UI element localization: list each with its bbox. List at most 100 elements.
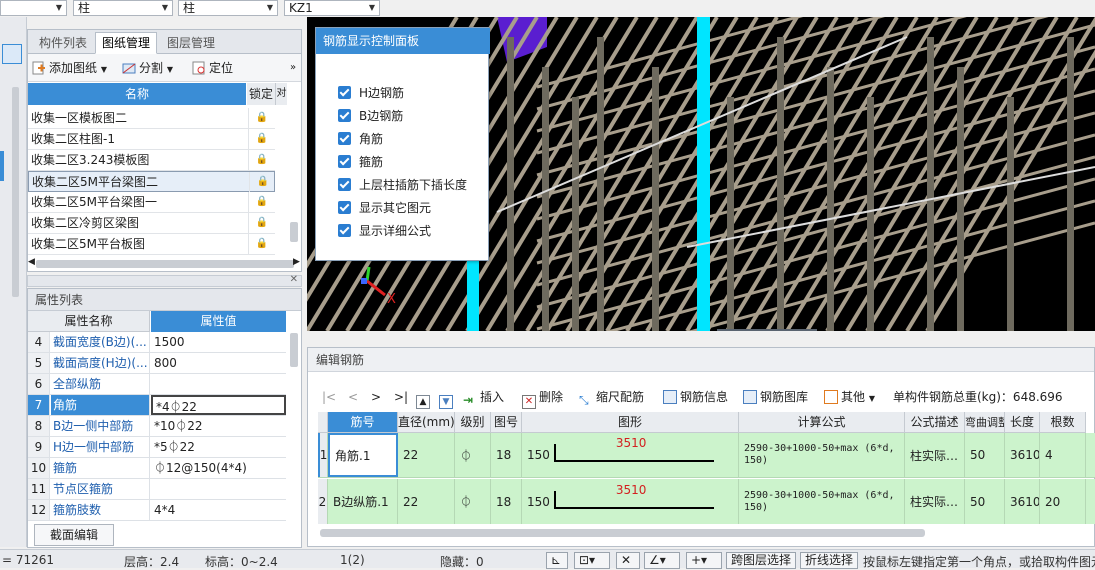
add-drawing-button[interactable]: 添加图纸 ▼ [32,59,107,77]
delete-button[interactable]: ✕ 删除 [522,388,563,409]
angle-snap-button[interactable]: ∠▾ [644,552,680,569]
drawing-row[interactable]: 收集一区模板图二 🔒 [28,108,275,129]
rebar-table-hscrollbar[interactable] [320,529,925,537]
property-value[interactable]: *5⏀22 [151,437,286,457]
rebar-row[interactable]: 1 角筋.1 22 ⏀ 18 150 3510 2590-30+1000-50+… [318,433,1095,478]
drawing-row[interactable]: 收集二区柱图-1 🔒 [28,129,275,150]
property-row[interactable]: 10 箍筋 ⏀12@150(4*4) [28,458,286,479]
col-count[interactable]: 根数 [1040,412,1086,433]
tab-layer-management[interactable]: 图层管理 [160,32,222,54]
drawing-row[interactable]: 收集二区冷剪区梁图 🔒 [28,213,275,234]
checkbox-corner-rebar[interactable]: 角筋 [338,130,383,148]
type-combo-3[interactable]: 柱 ▼ [178,0,278,16]
checkbox-upper-insert[interactable]: 上层柱插筋下插长度 [338,176,467,194]
property-row[interactable]: 5 截面高度(H边)(... 800 [28,353,286,374]
property-value[interactable]: *10⏀22 [151,416,286,436]
rebar-no-cell[interactable]: 角筋.1 [328,433,398,477]
property-value[interactable]: 4*4 [151,500,286,520]
next-record-button[interactable]: > [371,388,381,406]
checkbox-h-rebar[interactable]: H边钢筋 [338,84,404,102]
list-view-icon[interactable] [2,44,22,64]
close-icon[interactable]: ✕ [290,274,298,285]
diameter-cell[interactable]: 22 [398,479,455,524]
lock-icon[interactable]: 🔒 [248,213,275,233]
property-row[interactable]: 6 全部纵筋 [28,374,286,395]
property-row-selected[interactable]: 7 角筋 *4⏀22 [28,395,286,416]
tab-component-list[interactable]: 构件列表 [32,32,94,54]
column-header-extra[interactable]: 对 [276,83,288,105]
property-value-editor[interactable]: *4⏀22 [151,395,286,415]
lock-icon[interactable]: 🔒 [248,234,275,254]
col-shape[interactable]: 图形 [522,412,739,433]
col-diameter[interactable]: 直径(mm) [398,412,455,433]
viewport-resize-handle[interactable] [717,329,817,331]
col-rebar-no[interactable]: 筋号 [328,412,398,433]
first-record-button[interactable]: |< [322,388,336,406]
property-row[interactable]: 11 节点区箍筋 [28,479,286,500]
property-row[interactable]: 4 截面宽度(B边)(... 1500 [28,332,286,353]
polyline-select-button[interactable]: 折线选择 [800,552,859,569]
rebar-row[interactable]: 2 B边纵筋.1 22 ⏀ 18 150 3510 2590-30+1000-5… [318,479,1095,524]
cross-layer-select-button[interactable]: 跨图层选择 [726,552,797,569]
length-cell[interactable]: 3610 [1005,479,1040,524]
locate-button[interactable]: 定位 [192,59,233,77]
component-combo[interactable]: KZ1 ▼ [284,0,380,16]
property-row[interactable]: 9 H边一侧中部筋 *5⏀22 [28,437,286,458]
drawing-row-selected[interactable]: 收集二区5M平台梁图二 🔒 [28,171,275,192]
toolbar-overflow-button[interactable]: » [290,59,296,77]
left-strip-scrollbar[interactable] [12,87,19,297]
ortho-snap-button[interactable]: +▾ [686,552,722,569]
split-button[interactable]: 分割 ▼ [122,59,173,77]
rebar-library-button[interactable]: 钢筋图库 [743,388,808,406]
shape-cell[interactable]: 150 3510 [522,433,739,477]
lock-icon[interactable]: 🔒 [248,192,275,212]
length-cell[interactable]: 3610 [1005,433,1040,477]
lock-icon[interactable]: 🔒 [248,108,275,128]
rebar-no-cell[interactable]: B边纵筋.1 [328,479,398,524]
grade-cell[interactable]: ⏀ [455,433,491,477]
bend-adjust-cell[interactable]: 50 [965,433,1005,477]
bend-adjust-cell[interactable]: 50 [965,479,1005,524]
scale-rebar-button[interactable]: ⤡ 缩尺配筋 [579,388,644,407]
snap-endpoint-button[interactable]: ⊾ [546,552,568,569]
figure-no-cell[interactable]: 18 [491,479,522,524]
col-formula[interactable]: 计算公式 [739,412,905,433]
panel-splitter[interactable]: ✕ [27,274,302,287]
count-cell[interactable]: 4 [1040,433,1086,477]
rebar-info-button[interactable]: 钢筋信息 [663,388,728,406]
lock-icon[interactable]: 🔒 [248,150,275,170]
property-value[interactable]: 800 [151,353,286,373]
property-value[interactable] [151,479,286,499]
move-up-button[interactable]: ▲ [416,388,433,409]
col-grade[interactable]: 级别 [455,412,491,433]
lock-icon[interactable]: 🔒 [248,129,275,149]
property-row[interactable]: 12 箍筋肢数 4*4 [28,500,286,521]
last-record-button[interactable]: >| [394,388,408,406]
col-bend-adjust[interactable]: 弯曲调整 [965,412,1005,433]
checkbox-detail-formula[interactable]: 显示详细公式 [338,222,431,240]
other-button[interactable]: 其他 ▼ [824,388,875,406]
column-header-name[interactable]: 名称 [28,83,247,105]
cross-snap-button[interactable]: ✕ [616,552,640,569]
diameter-cell[interactable]: 22 [398,433,455,477]
checkbox-stirrup[interactable]: 箍筋 [338,153,383,171]
prev-record-button[interactable]: < [348,388,358,406]
col-length[interactable]: 长度 [1005,412,1040,433]
formula-desc-cell[interactable]: 柱实际… [905,433,965,477]
property-value[interactable] [151,374,286,394]
column-header-lock[interactable]: 锁定 [247,83,276,105]
checkbox-b-rebar[interactable]: B边钢筋 [338,107,403,125]
drawing-row[interactable]: 收集二区5M平台梁图一 🔒 [28,192,275,213]
formula-cell[interactable]: 2590-30+1000-50+max (6*d, 150) [739,479,905,524]
shape-cell[interactable]: 150 3510 [522,479,739,524]
property-value[interactable]: 1500 [151,332,286,352]
insert-button[interactable]: ⇥ 插入 [463,388,504,407]
figure-no-cell[interactable]: 18 [491,433,522,477]
section-edit-button[interactable]: 截面编辑 [34,524,114,546]
property-value[interactable]: ⏀12@150(4*4) [151,458,286,478]
drawing-list-hscrollbar[interactable] [36,260,294,268]
count-cell[interactable]: 20 [1040,479,1086,524]
col-figure-no[interactable]: 图号 [491,412,522,433]
scroll-right-arrow-icon[interactable]: ▶ [293,257,300,267]
type-combo-2[interactable]: 柱 ▼ [73,0,173,16]
